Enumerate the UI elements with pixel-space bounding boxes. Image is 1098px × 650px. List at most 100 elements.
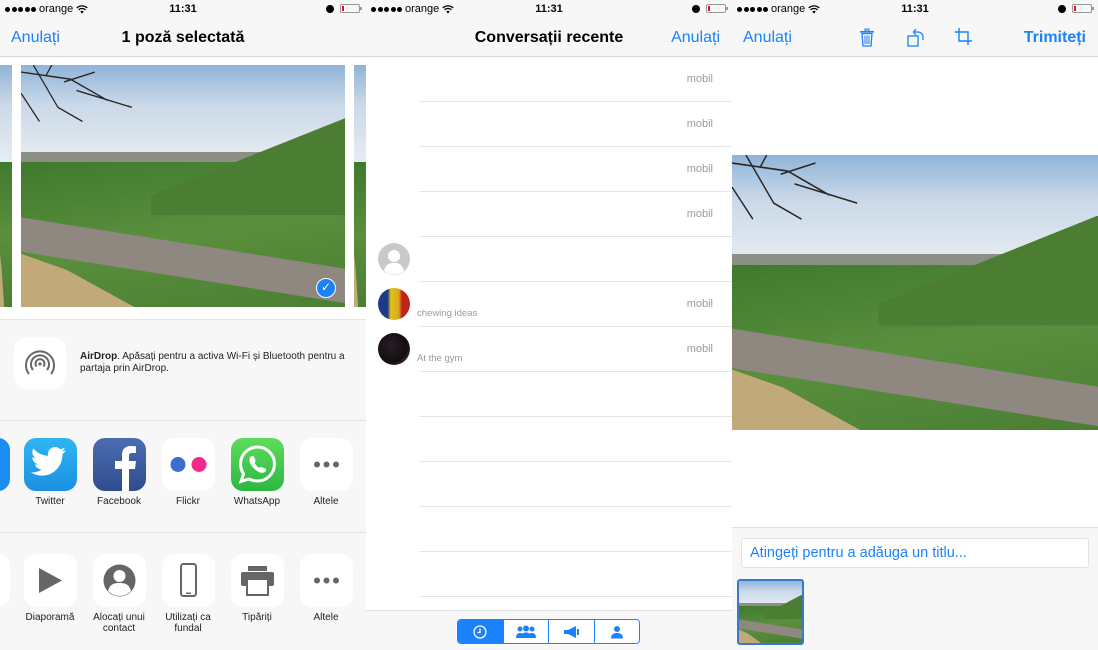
phone-type-label: mobil [686,163,713,175]
share-app-twitter[interactable]: Twitter [22,438,78,507]
airdrop-section[interactable]: AirDrop. Apăsați pentru a activa Wi-Fi ș… [0,319,366,421]
action-print[interactable]: Tipăriți [229,554,285,623]
cancel-button[interactable]: Anulați [671,29,720,47]
more-icon [299,554,353,607]
share-sheet-panel: orange 11:31 Anulați 1 poză selectată ✓ [0,0,366,650]
status-bar: orange 11:31 [0,0,366,20]
app-label: Twitter [35,496,65,507]
action-label: Utilizați ca fundal [165,612,211,634]
battery-icon [340,4,362,13]
share-app-facebook[interactable]: Facebook [91,438,147,507]
groups-icon [515,625,536,638]
page-title: 1 poză selectată [121,29,245,46]
more-icon [299,438,353,491]
segment-groups[interactable] [502,620,548,643]
share-app-whatsapp[interactable]: WhatsApp [229,438,285,507]
segment-broadcast[interactable] [548,620,594,643]
photo-thumbnail[interactable] [354,65,366,307]
photo-preview-area [732,57,1098,527]
phone-type-label: mobil [686,208,713,220]
delete-button[interactable] [859,28,875,52]
action-partial[interactable] [0,554,11,607]
battery-icon [706,4,728,13]
filter-toolbar [366,610,732,650]
action-label: Altele [313,612,339,623]
clock: 11:31 [169,3,197,15]
play-icon [23,554,77,607]
conversation-row[interactable] [419,372,732,417]
phone-type-label: mobil [686,73,713,85]
conversation-row[interactable] [419,507,732,552]
action-more[interactable]: Altele [298,554,354,623]
printer-icon [230,554,284,607]
crop-button[interactable] [955,28,972,50]
caption-area: Atingeți pentru a adăuga un titlu... [732,527,1098,650]
contact-icon [92,554,146,607]
caption-input[interactable]: Atingeți pentru a adăuga un titlu... [741,538,1089,568]
clock: 11:31 [535,3,563,15]
alarm-icon [692,4,700,13]
action-assign-contact[interactable]: Alocați unui contact [91,554,147,634]
photo-thumbnail[interactable] [0,65,12,307]
battery-icon [1072,4,1094,13]
share-apps-row: Twitter Facebook Flickr WhatsApp Altele [0,422,366,533]
rotate-icon [907,28,924,47]
conversation-row[interactable] [419,462,732,507]
app-label: Flickr [176,496,200,507]
contact-status: At the gym [417,353,463,364]
avatar [378,333,410,365]
selected-photo[interactable]: ✓ [21,65,345,307]
avatar [378,288,410,320]
conversation-row[interactable] [378,237,732,282]
conversation-row[interactable]: mobil [419,192,732,237]
conversation-row[interactable]: mobil [419,102,732,147]
cancel-button[interactable]: Anulați [743,29,792,47]
conversation-row[interactable]: chewing ideas mobil [378,282,732,327]
status-bar: orange 11:31 [366,0,732,20]
phone-type-label: mobil [686,298,713,310]
status-bar: orange 11:31 [732,0,1098,20]
segment-contacts[interactable] [593,620,639,643]
action-slideshow[interactable]: Diaporamă [22,554,78,623]
app-label: WhatsApp [233,496,281,507]
rotate-button[interactable] [907,28,925,52]
photo-carousel[interactable]: ✓ [0,57,366,319]
megaphone-icon [564,625,580,638]
share-app-flickr[interactable]: Flickr [160,438,216,507]
facebook-icon [92,438,146,491]
whatsapp-icon [230,438,284,491]
clock: 11:31 [901,3,929,15]
conversation-list: mobil mobil mobil mobil chewing ideas mo… [366,57,732,597]
conversation-row[interactable]: At the gym mobil [378,327,732,372]
conversation-filter-control [457,619,640,644]
person-icon [610,625,623,638]
clock-icon [473,624,487,639]
send-photo-panel: orange 11:31 Anulați Trimiteți Atingeți … [732,0,1098,650]
conversation-row[interactable] [419,417,732,462]
photo-thumbnail[interactable] [737,579,804,645]
twitter-icon [23,438,77,491]
navigation-bar: Conversații recente Anulați [366,20,732,57]
actions-row: Diaporamă Alocați unui contact Utilizați… [0,534,366,650]
conversation-row[interactable]: mobil [419,57,732,102]
selected-checkmark-icon[interactable]: ✓ [316,278,336,298]
conversation-row[interactable] [419,552,732,597]
conversation-row[interactable]: mobil [419,147,732,192]
navigation-bar: Anulați 1 poză selectată [0,20,366,57]
action-label: Tipăriți [242,612,272,623]
action-label: Alocați unui contact [93,612,145,634]
navigation-bar: Anulați Trimiteți [732,20,1098,57]
share-app-partial[interactable] [0,438,11,491]
crop-icon [955,28,972,45]
share-app-more[interactable]: Altele [298,438,354,507]
action-use-as-wallpaper[interactable]: Utilizați ca fundal [160,554,216,634]
contact-status: chewing ideas [417,308,478,319]
alarm-icon [326,4,334,13]
airdrop-message: AirDrop. Apăsați pentru a activa Wi-Fi ș… [80,351,345,374]
segment-recent[interactable] [458,620,503,643]
phone-icon [161,554,215,607]
airdrop-icon [14,337,66,389]
phone-type-label: mobil [686,343,713,355]
photo-preview [732,155,1098,430]
send-button[interactable]: Trimiteți [1024,29,1086,47]
